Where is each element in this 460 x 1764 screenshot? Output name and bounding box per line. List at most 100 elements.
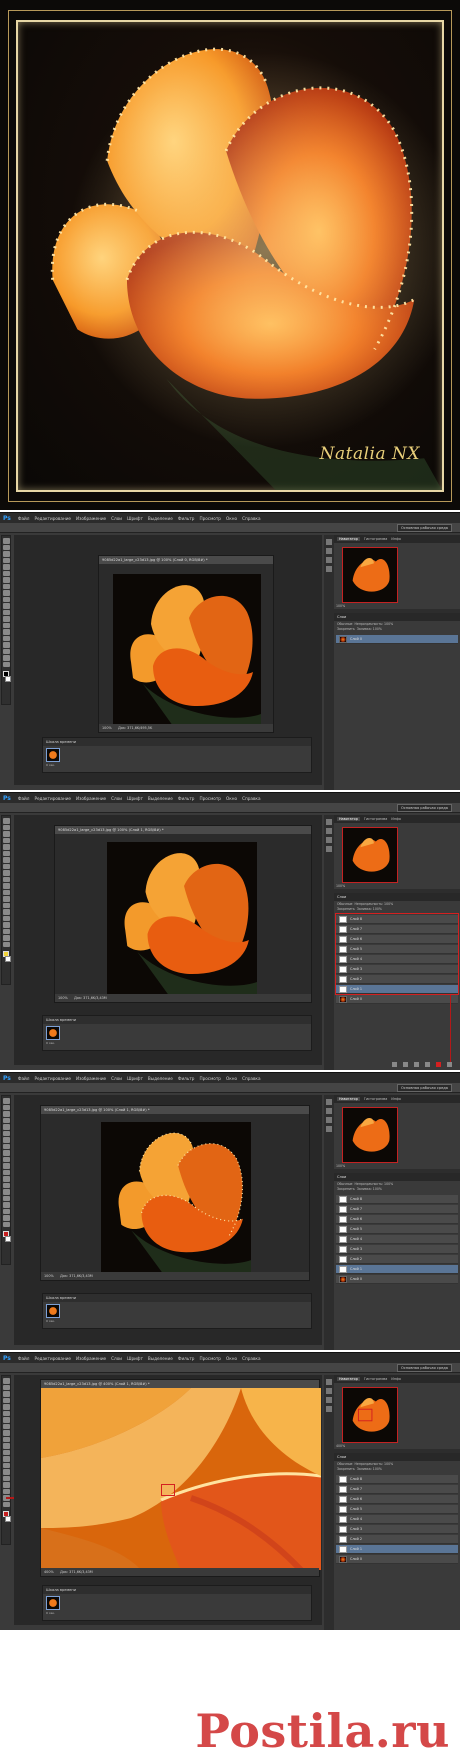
crop-tool-icon[interactable] (2, 1124, 10, 1130)
character-icon[interactable] (326, 846, 332, 852)
gradient-tool-icon[interactable] (2, 609, 10, 615)
menu-filter[interactable]: Фильтр (178, 1356, 195, 1361)
menu-edit[interactable]: Редактирование (34, 516, 71, 521)
tab-navigator[interactable]: Навигатор (337, 817, 360, 821)
document-canvas[interactable] (41, 1388, 321, 1570)
eyedropper-tool-icon[interactable] (2, 1410, 10, 1416)
layer-row[interactable]: Слой 8 (336, 1195, 458, 1204)
eraser-tool-icon[interactable] (2, 603, 10, 609)
menu-help[interactable]: Справка (242, 1356, 260, 1361)
brush-presets-icon[interactable] (326, 837, 332, 843)
trash-icon[interactable] (447, 1062, 452, 1067)
healing-tool-icon[interactable] (2, 857, 10, 863)
tab-navigator[interactable]: Навигатор (337, 537, 360, 541)
layer-blend-mode[interactable]: Обычные (337, 1182, 352, 1186)
gradient-tool-icon[interactable] (2, 1449, 10, 1455)
animation-frame-1[interactable] (46, 1026, 60, 1040)
history-brush-tool-icon[interactable] (2, 1436, 10, 1442)
eraser-tool-icon[interactable] (2, 883, 10, 889)
marquee-tool-icon[interactable] (2, 824, 10, 830)
layers-tab[interactable]: Слои (334, 1453, 460, 1461)
menu-image[interactable]: Изображение (76, 516, 106, 521)
document-tab-title[interactable]: 9085d22a1_large_c23d13.jpg @ 100% (Слой … (41, 1106, 309, 1114)
type-tool-icon[interactable] (2, 635, 10, 641)
tab-info[interactable]: Инфо (391, 817, 401, 821)
menu-window[interactable]: Окно (226, 516, 237, 521)
type-tool-icon[interactable] (2, 915, 10, 921)
document-tab-title[interactable]: 9085d22a1_large_c23d13.jpg @ 100% (Слой … (99, 556, 273, 564)
tab-info[interactable]: Инфо (391, 537, 401, 541)
history-brush-tool-icon[interactable] (2, 876, 10, 882)
history-icon[interactable] (326, 1099, 332, 1105)
hand-tool-icon[interactable] (2, 1215, 10, 1221)
layer-fill[interactable]: Заливка: 100% (357, 627, 382, 631)
navigator-zoom[interactable]: 100% (336, 1164, 345, 1168)
menu-type[interactable]: Шрифт (127, 516, 143, 521)
blur-tool-icon[interactable] (2, 616, 10, 622)
eraser-tool-icon[interactable] (2, 1163, 10, 1169)
menu-file[interactable]: Файл (18, 1356, 30, 1361)
layer-row[interactable]: Слой 0 (336, 1275, 458, 1284)
document-canvas[interactable] (41, 1114, 309, 1272)
tab-histogram[interactable]: Гистограмма (364, 817, 387, 821)
menu-layers[interactable]: Слои (111, 796, 122, 801)
menu-image[interactable]: Изображение (76, 1356, 106, 1361)
menu-image[interactable]: Изображение (76, 796, 106, 801)
eraser-tool-icon[interactable] (2, 1443, 10, 1449)
layer-row[interactable]: Слой 6 (336, 1215, 458, 1224)
pen-tool-icon[interactable] (2, 1189, 10, 1195)
frame-delay[interactable]: 0 сек. (46, 763, 55, 767)
lasso-tool-icon[interactable] (2, 831, 10, 837)
menu-window[interactable]: Окно (226, 1076, 237, 1081)
zoom-tool-icon[interactable] (2, 941, 10, 947)
menu-view[interactable]: Просмотр (199, 516, 221, 521)
zoom-readout[interactable]: 100% (44, 1274, 54, 1278)
menu-select[interactable]: Выделение (148, 516, 173, 521)
history-icon[interactable] (326, 1379, 332, 1385)
layer-opacity[interactable]: Непрозрачность: 100% (354, 1462, 393, 1466)
menu-image[interactable]: Изображение (76, 1076, 106, 1081)
menu-help[interactable]: Справка (242, 516, 260, 521)
menu-layers[interactable]: Слои (111, 516, 122, 521)
eyedropper-tool-icon[interactable] (2, 1130, 10, 1136)
background-color-swatch[interactable] (5, 1236, 11, 1242)
path-select-tool-icon[interactable] (2, 1202, 10, 1208)
layer-row[interactable]: Слой 5 (336, 1505, 458, 1514)
blur-tool-icon[interactable] (2, 1456, 10, 1462)
lasso-tool-icon[interactable] (2, 551, 10, 557)
layers-tab[interactable]: Слои (334, 1173, 460, 1181)
navigator-thumbnail[interactable] (342, 1387, 398, 1443)
crop-tool-icon[interactable] (2, 1404, 10, 1410)
path-select-tool-icon[interactable] (2, 1482, 10, 1488)
swatches-icon[interactable] (326, 1108, 332, 1114)
gradient-tool-icon[interactable] (2, 889, 10, 895)
navigator-zoom[interactable]: 400% (336, 1444, 345, 1448)
layer-row[interactable]: Слой 1 (336, 1545, 458, 1554)
brush-tool-icon[interactable] (2, 863, 10, 869)
healing-tool-icon[interactable] (2, 1417, 10, 1423)
character-icon[interactable] (326, 1406, 332, 1412)
history-icon[interactable] (326, 819, 332, 825)
layer-row[interactable]: Слой 0 (336, 1555, 458, 1564)
navigator-zoom[interactable]: 100% (336, 604, 345, 608)
blur-tool-icon[interactable] (2, 896, 10, 902)
pen-tool-icon[interactable] (2, 629, 10, 635)
layer-row[interactable]: Слой 3 (336, 1525, 458, 1534)
move-tool-icon[interactable] (2, 538, 10, 544)
document-canvas[interactable] (55, 834, 311, 994)
document-canvas[interactable] (99, 564, 273, 726)
pen-tool-icon[interactable] (2, 1469, 10, 1475)
layers-tab[interactable]: Слои (334, 613, 460, 621)
navigator-thumbnail[interactable] (342, 827, 398, 883)
dodge-tool-icon[interactable] (2, 1182, 10, 1188)
healing-tool-icon[interactable] (2, 1137, 10, 1143)
menu-edit[interactable]: Редактирование (34, 1076, 71, 1081)
brush-presets-icon[interactable] (326, 1117, 332, 1123)
menu-select[interactable]: Выделение (148, 1076, 173, 1081)
character-icon[interactable] (326, 566, 332, 572)
menu-help[interactable]: Справка (242, 1076, 260, 1081)
lasso-tool-icon[interactable] (2, 1391, 10, 1397)
swatches-icon[interactable] (326, 1388, 332, 1394)
add-mask-icon[interactable] (414, 1062, 419, 1067)
menu-filter[interactable]: Фильтр (178, 1076, 195, 1081)
